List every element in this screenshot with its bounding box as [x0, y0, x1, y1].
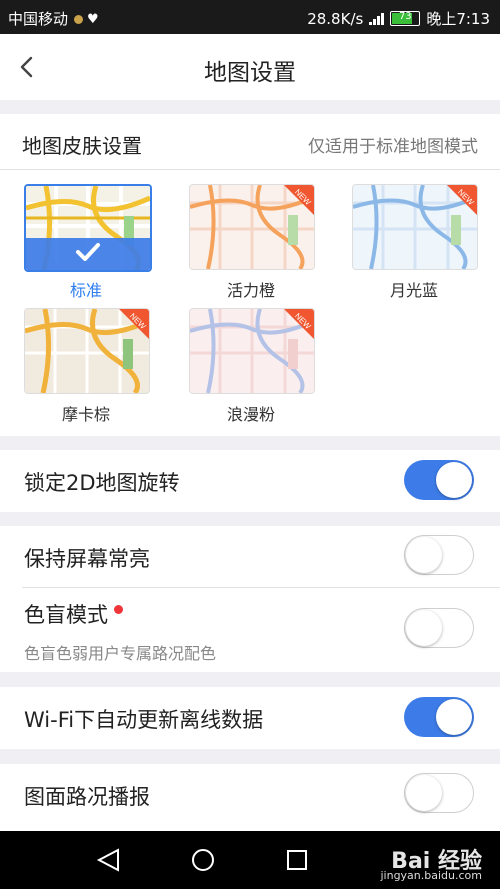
map-thumbnail-icon: NEW — [190, 309, 314, 393]
toggle-knob — [406, 537, 442, 573]
status-bar: 中国移动 ♥ 28.8K/s 73 晚上7:13 — [0, 0, 500, 34]
lock-rotation-toggle[interactable] — [404, 460, 474, 500]
new-indicator-dot-icon — [114, 605, 123, 614]
color-blind-label: 色盲模式 — [24, 599, 123, 629]
toggle-knob — [406, 775, 442, 811]
traffic-broadcast-toggle[interactable] — [404, 773, 474, 813]
setting-label: 图面路况播报 — [24, 785, 150, 809]
carrier-name: 中国移动 — [8, 10, 69, 28]
color-blind-description: 色盲色弱用户专属路况配色 — [24, 644, 217, 663]
display-settings-group: 保持屏幕常亮 色盲模式 色盲色弱用户专属路况配色 — [0, 526, 500, 672]
clock: 晚上7:13 — [426, 10, 490, 28]
setting-row-traffic-broadcast: 图面路况播报 — [0, 764, 500, 831]
battery-icon: 73 — [390, 11, 421, 26]
skin-thumb-blue[interactable]: NEW — [352, 184, 478, 270]
setting-label: 色盲模式 — [24, 603, 108, 627]
status-left: 中国移动 ♥ — [8, 8, 99, 29]
map-thumbnail-icon: NEW — [25, 309, 149, 393]
setting-row-wifi-update: Wi-Fi下自动更新离线数据 — [0, 687, 500, 749]
baidu-watermark-url: jingyan.baidu.com — [380, 869, 482, 882]
skin-thumb-mocha[interactable]: NEW — [24, 308, 150, 394]
skin-label-pink: 浪漫粉 — [226, 405, 275, 424]
battery-level: 73 — [398, 11, 412, 22]
skin-section-title: 地图皮肤设置 — [22, 134, 142, 158]
skin-section-note: 仅适用于标准地图模式 — [308, 137, 478, 157]
page-title: 地图设置 — [204, 60, 296, 86]
signal-icon — [369, 12, 385, 25]
skin-label-mocha: 摩卡棕 — [61, 405, 110, 424]
heart-icon: ♥ — [87, 12, 99, 27]
setting-label: Wi-Fi下自动更新离线数据 — [24, 708, 264, 732]
divider — [22, 587, 500, 588]
skin-thumb-orange[interactable]: NEW — [189, 184, 315, 270]
notification-dot-icon — [74, 15, 84, 24]
toggle-knob — [436, 462, 472, 498]
setting-label: 保持屏幕常亮 — [24, 547, 150, 571]
header: 地图设置 — [0, 34, 500, 100]
setting-row-lock-rotation: 锁定2D地图旋转 — [0, 450, 500, 512]
map-thumbnail-icon: NEW — [190, 185, 314, 269]
color-blind-toggle[interactable] — [404, 608, 474, 648]
skin-label-standard: 标准 — [69, 281, 102, 300]
keep-screen-on-toggle[interactable] — [404, 535, 474, 575]
map-thumbnail-icon: NEW — [353, 185, 477, 269]
skin-label-blue: 月光蓝 — [389, 281, 438, 300]
back-triangle-icon[interactable] — [96, 848, 122, 872]
wifi-update-toggle[interactable] — [404, 697, 474, 737]
toggle-knob — [406, 610, 442, 646]
setting-label: 锁定2D地图旋转 — [24, 471, 180, 495]
skin-thumb-standard[interactable] — [24, 184, 152, 272]
toggle-knob — [436, 699, 472, 735]
status-right: 28.8K/s 73 晚上7:13 — [307, 8, 490, 29]
skin-thumb-pink[interactable]: NEW — [189, 308, 315, 394]
divider — [0, 169, 500, 170]
net-speed: 28.8K/s — [307, 9, 364, 28]
recents-square-icon[interactable] — [285, 848, 309, 872]
map-thumbnail-icon — [26, 186, 150, 270]
skin-label-orange: 活力橙 — [226, 281, 275, 300]
home-circle-icon[interactable] — [190, 847, 216, 873]
skin-section: 地图皮肤设置 仅适用于标准地图模式 标准 NEW 活力橙 NEW 月光蓝 NEW… — [0, 114, 500, 436]
